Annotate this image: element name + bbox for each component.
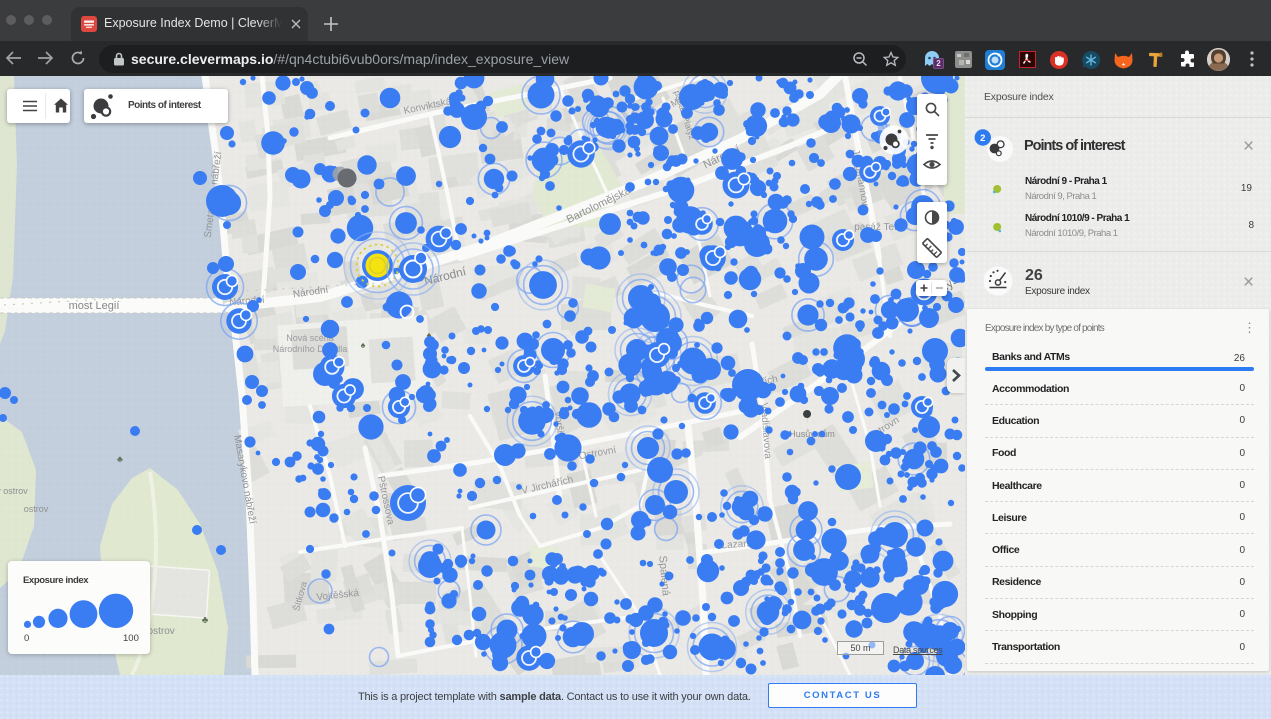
svg-text:most Legií: most Legií	[69, 300, 120, 312]
svg-text:2: 2	[980, 133, 985, 144]
svg-text:100: 100	[123, 633, 139, 644]
svg-text:0: 0	[24, 633, 29, 644]
svg-text:♣: ♣	[117, 454, 123, 464]
svg-text:ostrov: ostrov	[24, 504, 49, 514]
svg-text:♣: ♣	[202, 615, 209, 626]
svg-text:♠: ♠	[361, 340, 366, 350]
svg-text:ý ostrov: ý ostrov	[0, 486, 28, 496]
